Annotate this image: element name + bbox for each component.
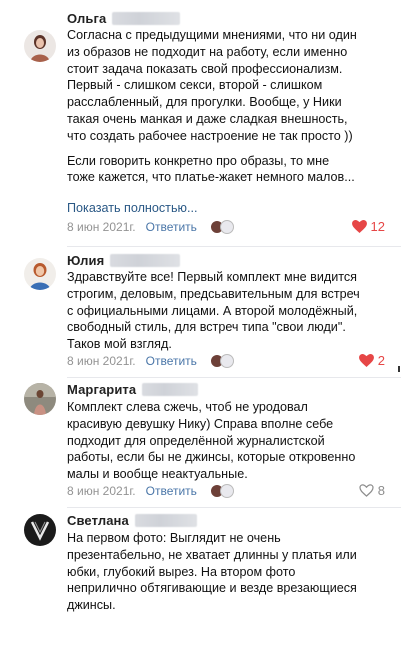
avatar[interactable] [24,258,56,290]
avatar-photo-icon [24,258,56,290]
divider [67,507,401,508]
like-button[interactable]: 12 [351,219,385,234]
comment-svetlana: Светлана На первом фото: Выглядит не оче… [0,512,401,646]
comment-date: 8 июн 2021г. [67,220,136,234]
show-more-link[interactable]: Показать полностью... [67,201,197,215]
reply-avatars[interactable] [209,354,234,368]
heart-icon [358,354,374,367]
like-count: 12 [370,219,385,234]
comment-margarita: Маргарита Комплект слева сжечь, чтоб не … [0,381,401,508]
like-button[interactable]: 2 [358,353,385,368]
scroll-edge-marker [398,366,400,372]
avatar[interactable] [24,30,56,62]
author-surname-blurred [134,513,197,527]
reply-avatars[interactable] [209,484,234,498]
comment-text: Согласна с предыдущими мнениями, что ни … [67,28,357,185]
reply-button[interactable]: Ответить [146,220,197,234]
reply-button[interactable]: Ответить [146,484,197,498]
reply-avatar-icon [219,484,234,498]
reply-avatars[interactable] [209,220,234,234]
comment-date: 8 июн 2021г. [67,484,136,498]
like-count: 8 [377,483,385,498]
comment-yulia: Юлия Здравствуйте все! Первый комплект м… [0,250,401,378]
author-name[interactable]: Маргарита [67,382,136,397]
avatar-photo-icon [24,383,56,415]
comment-text: Комплект слева сжечь, чтоб не уродовал к… [67,400,356,482]
author-surname-blurred [112,11,181,25]
divider [67,246,401,247]
author-surname-blurred [142,382,199,396]
comment-date: 8 июн 2021г. [67,354,136,368]
like-count: 2 [377,353,385,368]
like-button[interactable]: 8 [359,483,385,498]
avatar[interactable] [24,514,56,546]
reply-button[interactable]: Ответить [146,354,197,368]
author-name[interactable]: Светлана [67,513,129,528]
avatar[interactable] [24,383,56,415]
comment-text: На первом фото: Выглядит не очень презен… [67,531,357,613]
heart-icon [351,220,367,233]
comment-olga: Ольга Согласна с предыдущими мнениями, ч… [0,0,401,247]
comment-text: Здравствуйте все! Первый комплект мне ви… [67,270,360,352]
divider [67,377,401,378]
author-name[interactable]: Ольга [67,11,106,26]
author-surname-blurred [110,253,181,267]
avatar-photo-icon [24,30,56,62]
reply-avatar-icon [219,354,234,368]
author-name[interactable]: Юлия [67,253,104,268]
avatar-photo-icon [24,514,56,546]
heart-outline-icon [359,484,374,497]
reply-avatar-icon [219,220,234,234]
